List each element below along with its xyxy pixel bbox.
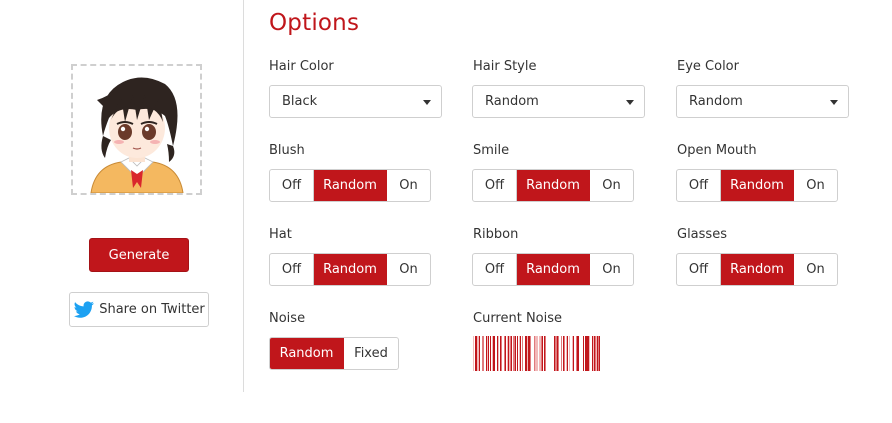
generate-button[interactable]: Generate <box>89 238 189 272</box>
avatar-preview <box>71 64 202 195</box>
hair-style-label: Hair Style <box>473 59 537 74</box>
caret-down-icon <box>423 100 431 105</box>
smile-off-button[interactable]: Off <box>473 170 517 201</box>
caret-down-icon <box>830 100 838 105</box>
blush-random-button[interactable]: Random <box>314 170 387 201</box>
hair-color-select[interactable]: Black <box>269 85 442 118</box>
smile-random-button[interactable]: Random <box>517 170 590 201</box>
hat-toggle-group: Off Random On <box>269 253 431 286</box>
hat-off-button[interactable]: Off <box>270 254 314 285</box>
noise-label: Noise <box>269 311 306 326</box>
caret-down-icon <box>626 100 634 105</box>
hair-style-value: Random <box>485 94 539 109</box>
options-title: Options <box>269 10 360 36</box>
smile-label: Smile <box>473 143 510 158</box>
ribbon-toggle-group: Off Random On <box>472 253 634 286</box>
hat-on-button[interactable]: On <box>387 254 430 285</box>
current-noise-label: Current Noise <box>473 311 563 326</box>
glasses-off-button[interactable]: Off <box>677 254 721 285</box>
blush-toggle-group: Off Random On <box>269 169 431 202</box>
eye-color-label: Eye Color <box>677 59 739 74</box>
anime-girl-avatar-image <box>73 66 200 193</box>
share-on-twitter-button[interactable]: Share on Twitter <box>69 292 209 327</box>
hair-color-label: Hair Color <box>269 59 334 74</box>
ribbon-off-button[interactable]: Off <box>473 254 517 285</box>
eye-color-value: Random <box>689 94 743 109</box>
blush-label: Blush <box>269 143 305 158</box>
glasses-toggle-group: Off Random On <box>676 253 838 286</box>
open-mouth-off-button[interactable]: Off <box>677 170 721 201</box>
panel-divider <box>243 0 244 392</box>
left-panel: Generate Share on Twitter <box>0 0 243 392</box>
open-mouth-toggle-group: Off Random On <box>676 169 838 202</box>
noise-random-button[interactable]: Random <box>270 338 344 369</box>
noise-fixed-button[interactable]: Fixed <box>344 338 398 369</box>
blush-off-button[interactable]: Off <box>270 170 314 201</box>
twitter-bird-icon <box>73 300 95 318</box>
smile-on-button[interactable]: On <box>590 170 633 201</box>
open-mouth-random-button[interactable]: Random <box>721 170 794 201</box>
hair-style-select[interactable]: Random <box>472 85 645 118</box>
ribbon-random-button[interactable]: Random <box>517 254 590 285</box>
glasses-label: Glasses <box>677 227 727 242</box>
glasses-on-button[interactable]: On <box>794 254 837 285</box>
hat-label: Hat <box>269 227 292 242</box>
eye-color-select[interactable]: Random <box>676 85 849 118</box>
open-mouth-on-button[interactable]: On <box>794 170 837 201</box>
blush-on-button[interactable]: On <box>387 170 430 201</box>
current-noise-barcode <box>473 336 600 371</box>
hair-color-value: Black <box>282 94 318 109</box>
share-on-twitter-label: Share on Twitter <box>99 302 205 317</box>
open-mouth-label: Open Mouth <box>677 143 757 158</box>
smile-toggle-group: Off Random On <box>472 169 634 202</box>
glasses-random-button[interactable]: Random <box>721 254 794 285</box>
hat-random-button[interactable]: Random <box>314 254 387 285</box>
ribbon-label: Ribbon <box>473 227 519 242</box>
ribbon-on-button[interactable]: On <box>590 254 633 285</box>
noise-toggle-group: Random Fixed <box>269 337 399 370</box>
